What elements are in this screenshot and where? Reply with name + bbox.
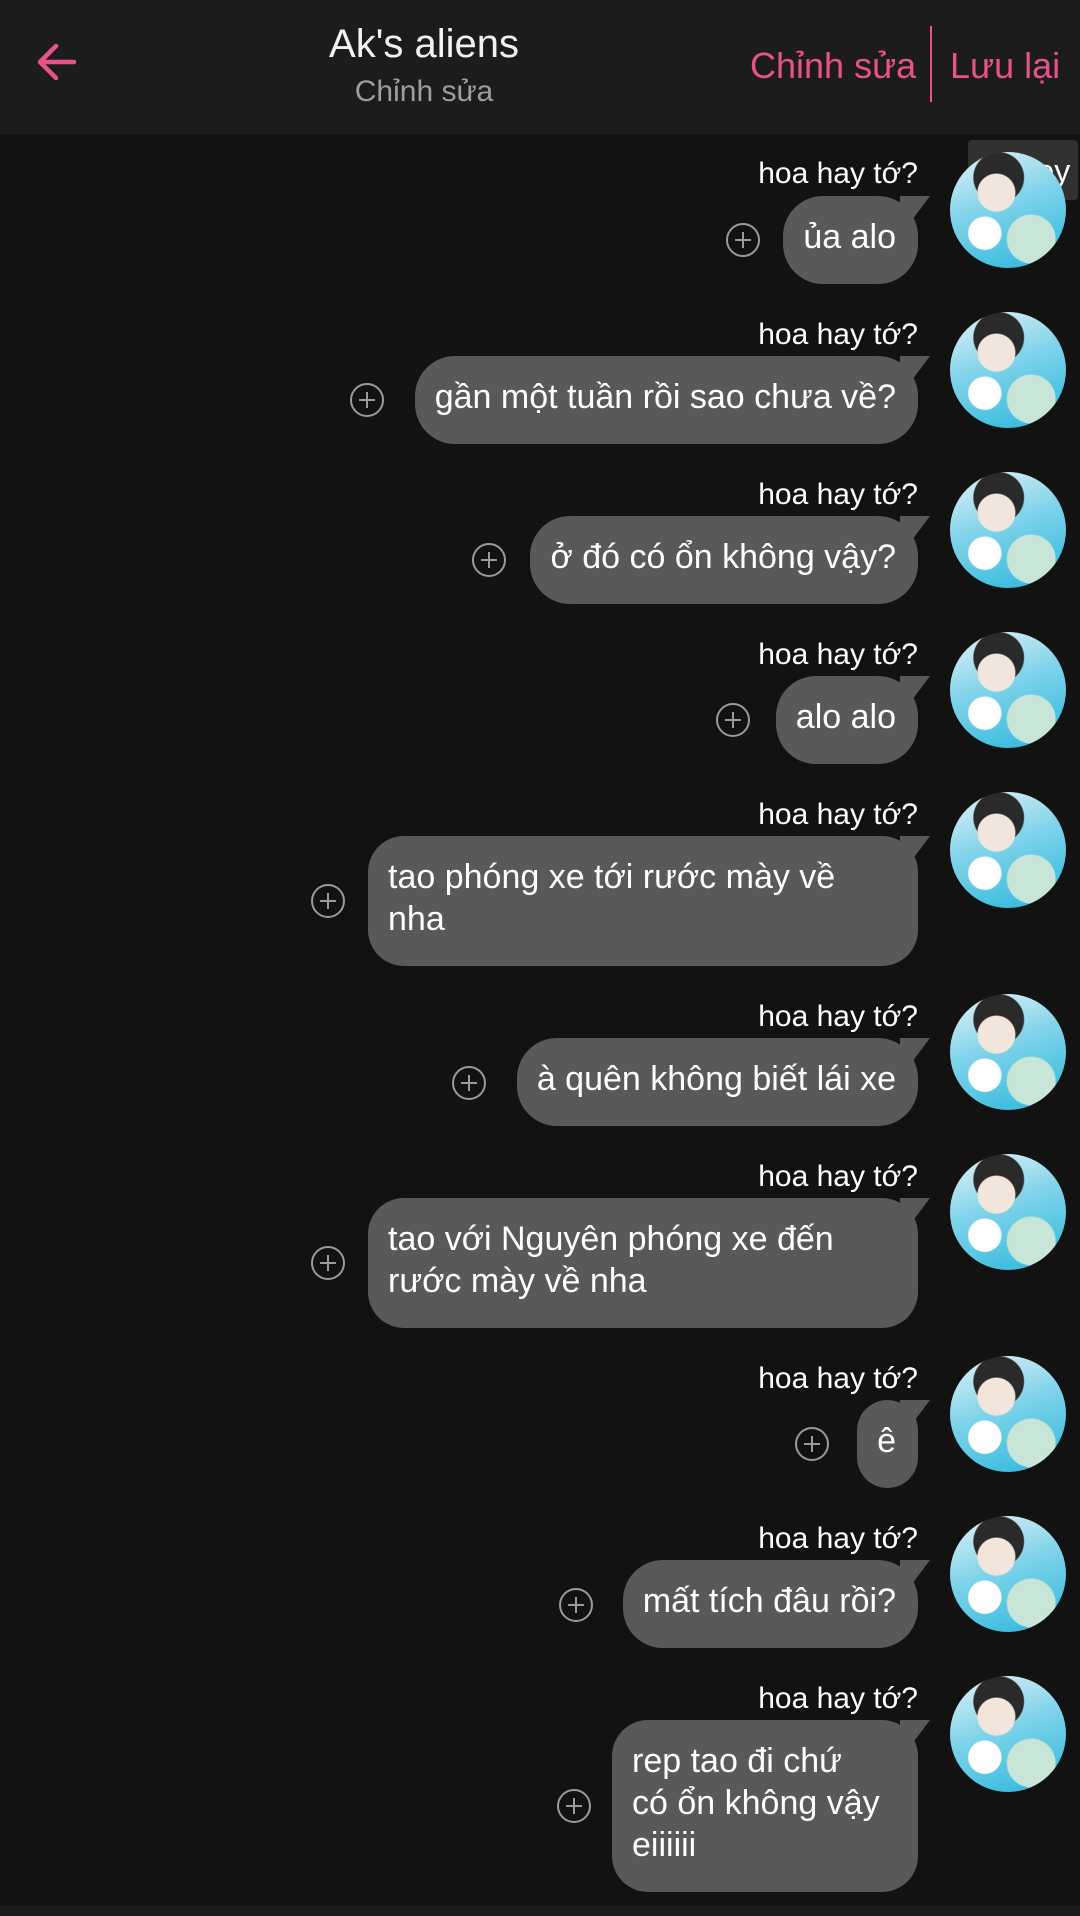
message-sender: hoa hay tớ? xyxy=(758,478,918,511)
plus-circle-icon[interactable] xyxy=(311,884,345,918)
avatar[interactable] xyxy=(950,632,1066,748)
page-subtitle: Chỉnh sửa xyxy=(354,75,494,108)
back-button[interactable] xyxy=(28,34,84,90)
message-sender: hoa hay tớ? xyxy=(758,1000,918,1033)
message-bubble[interactable]: ở đó có ổn không vậy? xyxy=(530,516,918,604)
header-divider xyxy=(930,26,932,102)
plus-circle-icon[interactable] xyxy=(559,1588,593,1622)
top-bar: Ak's aliens Chỉnh sửa Chỉnh sửa Lưu lại xyxy=(0,0,1080,134)
avatar[interactable] xyxy=(950,1516,1066,1632)
arrow-left-icon xyxy=(37,43,77,81)
message-bubble[interactable]: tao phóng xe tới rước mày về nha xyxy=(368,836,918,966)
avatar[interactable] xyxy=(950,152,1066,268)
save-button[interactable]: Lưu lại xyxy=(950,40,1060,92)
avatar[interactable] xyxy=(950,792,1066,908)
avatar[interactable] xyxy=(950,994,1066,1110)
avatar[interactable] xyxy=(950,1676,1066,1792)
title-block: Ak's aliens Chỉnh sửa xyxy=(224,18,624,112)
message-sender: hoa hay tớ? xyxy=(758,157,918,190)
avatar[interactable] xyxy=(950,1154,1066,1270)
message-sender: hoa hay tớ? xyxy=(758,1362,918,1395)
bottom-edge xyxy=(0,1906,1080,1916)
message-sender: hoa hay tớ? xyxy=(758,1160,918,1193)
message-bubble[interactable]: mất tích đâu rồi? xyxy=(622,1560,918,1648)
plus-circle-icon[interactable] xyxy=(716,703,750,737)
plus-circle-icon[interactable] xyxy=(452,1066,486,1100)
plus-circle-icon[interactable] xyxy=(472,543,506,577)
message-bubble[interactable]: alo alo xyxy=(775,676,918,764)
page-title: Ak's aliens xyxy=(329,22,519,66)
plus-circle-icon[interactable] xyxy=(726,223,760,257)
plus-circle-icon[interactable] xyxy=(350,383,384,417)
message-bubble[interactable]: ê xyxy=(857,1400,918,1488)
message-bubble[interactable]: gần một tuần rồi sao chưa về? xyxy=(414,356,918,444)
message-sender: hoa hay tớ? xyxy=(758,798,918,831)
message-bubble[interactable]: tao với Nguyên phóng xe đến rước mày về … xyxy=(368,1198,918,1328)
message-bubble[interactable]: rep tao đi chứ có ổn không vậy eiiiiii xyxy=(612,1720,918,1892)
avatar[interactable] xyxy=(950,312,1066,428)
message-sender: hoa hay tớ? xyxy=(758,1522,918,1555)
message-sender: hoa hay tớ? xyxy=(758,1682,918,1715)
edit-button[interactable]: Chỉnh sửa xyxy=(750,40,916,92)
message-bubble[interactable]: à quên không biết lái xe xyxy=(516,1038,918,1126)
message-sender: hoa hay tớ? xyxy=(758,638,918,671)
plus-circle-icon[interactable] xyxy=(795,1427,829,1461)
message-bubble[interactable]: ủa alo xyxy=(783,196,918,284)
avatar[interactable] xyxy=(950,1356,1066,1472)
plus-circle-icon[interactable] xyxy=(311,1246,345,1280)
message-sender: hoa hay tớ? xyxy=(758,318,918,351)
plus-circle-icon[interactable] xyxy=(557,1789,591,1823)
avatar[interactable] xyxy=(950,472,1066,588)
